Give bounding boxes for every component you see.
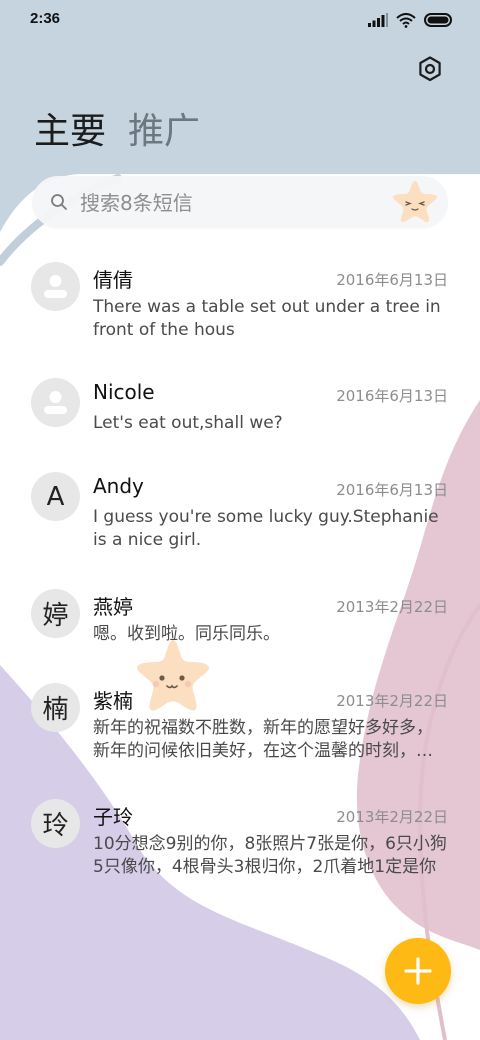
new-message-button[interactable] <box>385 938 451 1004</box>
status-bar: 2:36 <box>0 0 480 40</box>
message-date: 2013年2月22日 <box>336 598 448 616</box>
search-input[interactable] <box>78 186 382 220</box>
message-date: 2013年2月22日 <box>336 692 448 710</box>
message-date: 2016年6月13日 <box>336 271 448 289</box>
avatar: 婷 <box>31 589 80 638</box>
contact-name: Nicole <box>93 380 155 404</box>
message-preview: Let's eat out,shall we? <box>93 413 283 433</box>
message-preview: I guess you're some lucky guy.Stephanie … <box>93 507 439 550</box>
message-date: 2013年2月22日 <box>336 808 448 826</box>
search-bar[interactable] <box>32 176 448 228</box>
conversation-row[interactable]: 倩倩 2016年6月13日 There was a table set out … <box>0 240 480 356</box>
tab-main[interactable]: 主要 <box>34 108 106 156</box>
person-icon <box>44 391 67 414</box>
star-mascot-icon <box>393 181 437 223</box>
tab-promotions[interactable]: 推广 <box>128 108 200 156</box>
avatar <box>31 262 80 311</box>
message-preview: 10分想念9别的你，8张照片7张是你，6只小狗5只像你，4根骨头3根归你，2爪着… <box>93 834 447 877</box>
conversation-row[interactable]: A Andy 2016年6月13日 I guess you're some lu… <box>0 450 480 568</box>
conversation-row[interactable]: 楠 紫楠 2013年2月22日 新年的祝福数不胜数，新年的愿望好多好多，新年的问… <box>0 661 480 777</box>
status-time: 2:36 <box>30 10 61 27</box>
message-date: 2016年6月13日 <box>336 481 448 499</box>
wifi-icon <box>396 12 416 28</box>
avatar: 楠 <box>31 683 80 732</box>
contact-name: 燕婷 <box>93 595 133 619</box>
star-mascot-icon <box>137 640 209 711</box>
message-preview: There was a table set out under a tree i… <box>93 297 441 340</box>
message-date: 2016年6月13日 <box>336 387 448 405</box>
contact-name: Andy <box>93 474 144 498</box>
tab-bar: 主要 推广 <box>34 108 200 156</box>
contact-name: 紫楠 <box>93 689 133 713</box>
settings-button[interactable] <box>416 55 444 83</box>
conversation-row[interactable]: Nicole 2016年6月13日 Let's eat out,shall we… <box>0 356 480 450</box>
search-icon <box>51 194 67 210</box>
gear-icon <box>419 56 441 82</box>
battery-icon <box>424 13 452 27</box>
plus-icon <box>404 957 432 985</box>
contact-name: 倩倩 <box>93 268 133 292</box>
avatar: A <box>31 472 80 521</box>
person-icon <box>44 275 67 298</box>
message-preview: 新年的祝福数不胜数，新年的愿望好多好多，新年的问候依旧美好，在这个温馨的时刻，愿… <box>93 718 433 761</box>
avatar <box>31 378 80 427</box>
avatar: 玲 <box>31 799 80 848</box>
conversation-row[interactable]: 玲 子玲 2013年2月22日 10分想念9别的你，8张照片7张是你，6只小狗5… <box>0 777 480 893</box>
contact-name: 子玲 <box>93 805 133 829</box>
signal-icon <box>368 13 388 27</box>
conversation-row[interactable]: 婷 燕婷 2013年2月22日 嗯。收到啦。同乐同乐。 <box>0 567 480 661</box>
